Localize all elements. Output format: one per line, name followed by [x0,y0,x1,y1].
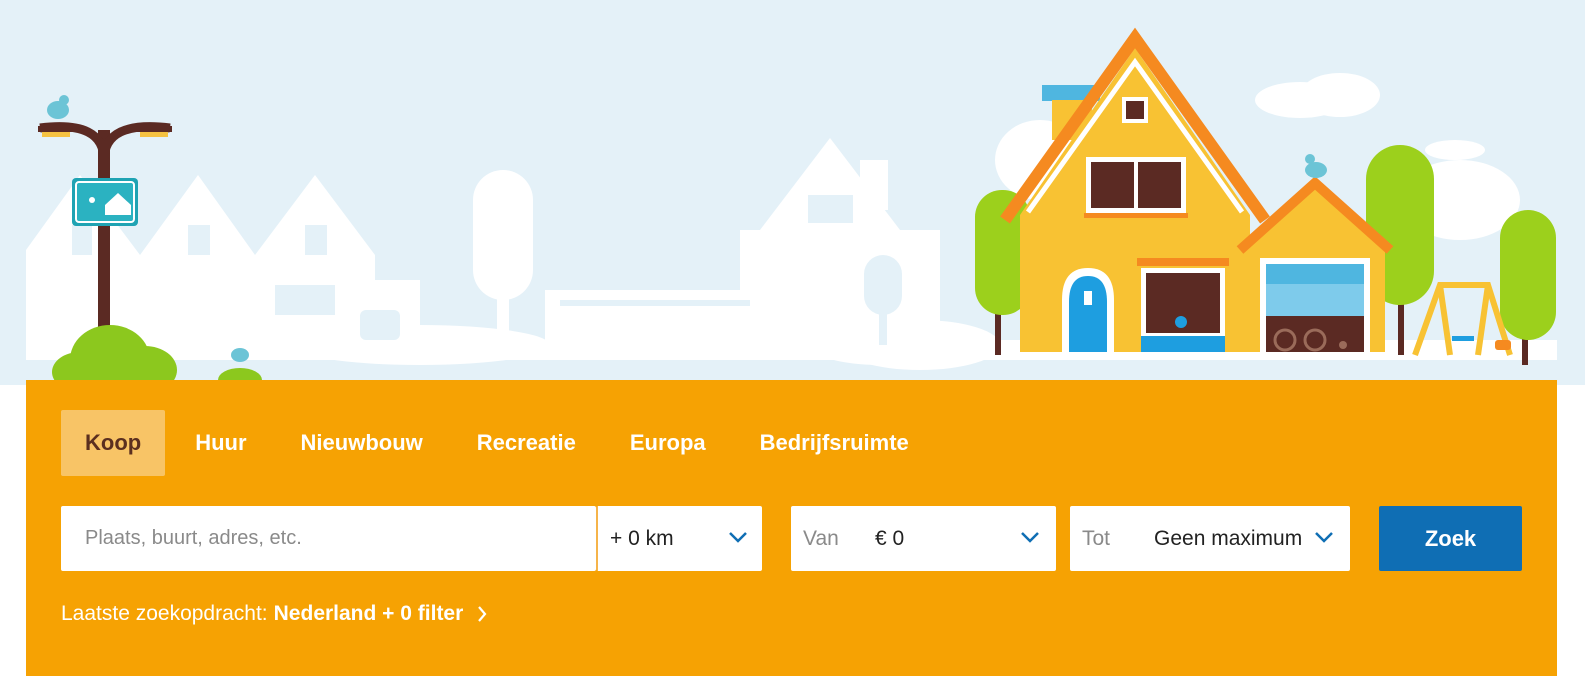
radius-select[interactable]: + 0 km [596,506,762,571]
search-type-tabs: Koop Huur Nieuwbouw Recreatie Europa Bed… [61,410,939,476]
tab-bedrijfsruimte[interactable]: Bedrijfsruimte [736,410,933,476]
hero-illustration [0,0,1585,385]
price-from-select[interactable]: Van € 0 [791,506,1056,571]
radius-value: + 0 km [610,527,674,550]
chevron-down-icon [729,532,747,543]
last-search-value: Nederland + 0 filter [273,602,464,625]
price-to-label: Tot [1082,527,1111,550]
price-to-select[interactable]: Tot Geen maximum [1070,506,1350,571]
chevron-right-icon [478,606,487,622]
tab-europa[interactable]: Europa [606,410,730,476]
location-field [61,506,596,571]
last-search-link[interactable]: Laatste zoekopdracht: Nederland + 0 filt… [61,602,487,626]
chevron-down-icon [1021,532,1039,543]
chevron-down-icon [1315,532,1333,543]
price-to-value: Geen maximum [1154,527,1301,550]
tab-koop[interactable]: Koop [61,410,166,476]
price-from-label: Van [803,527,839,550]
price-from-value: € 0 [875,527,905,550]
tab-huur[interactable]: Huur [171,410,270,476]
last-search-prefix: Laatste zoekopdracht: [61,602,268,625]
tab-recreatie[interactable]: Recreatie [453,410,600,476]
search-panel: Koop Huur Nieuwbouw Recreatie Europa Bed… [26,380,1557,676]
tab-nieuwbouw[interactable]: Nieuwbouw [277,410,447,476]
search-button[interactable]: Zoek [1379,506,1522,571]
location-search-input[interactable] [61,506,596,571]
